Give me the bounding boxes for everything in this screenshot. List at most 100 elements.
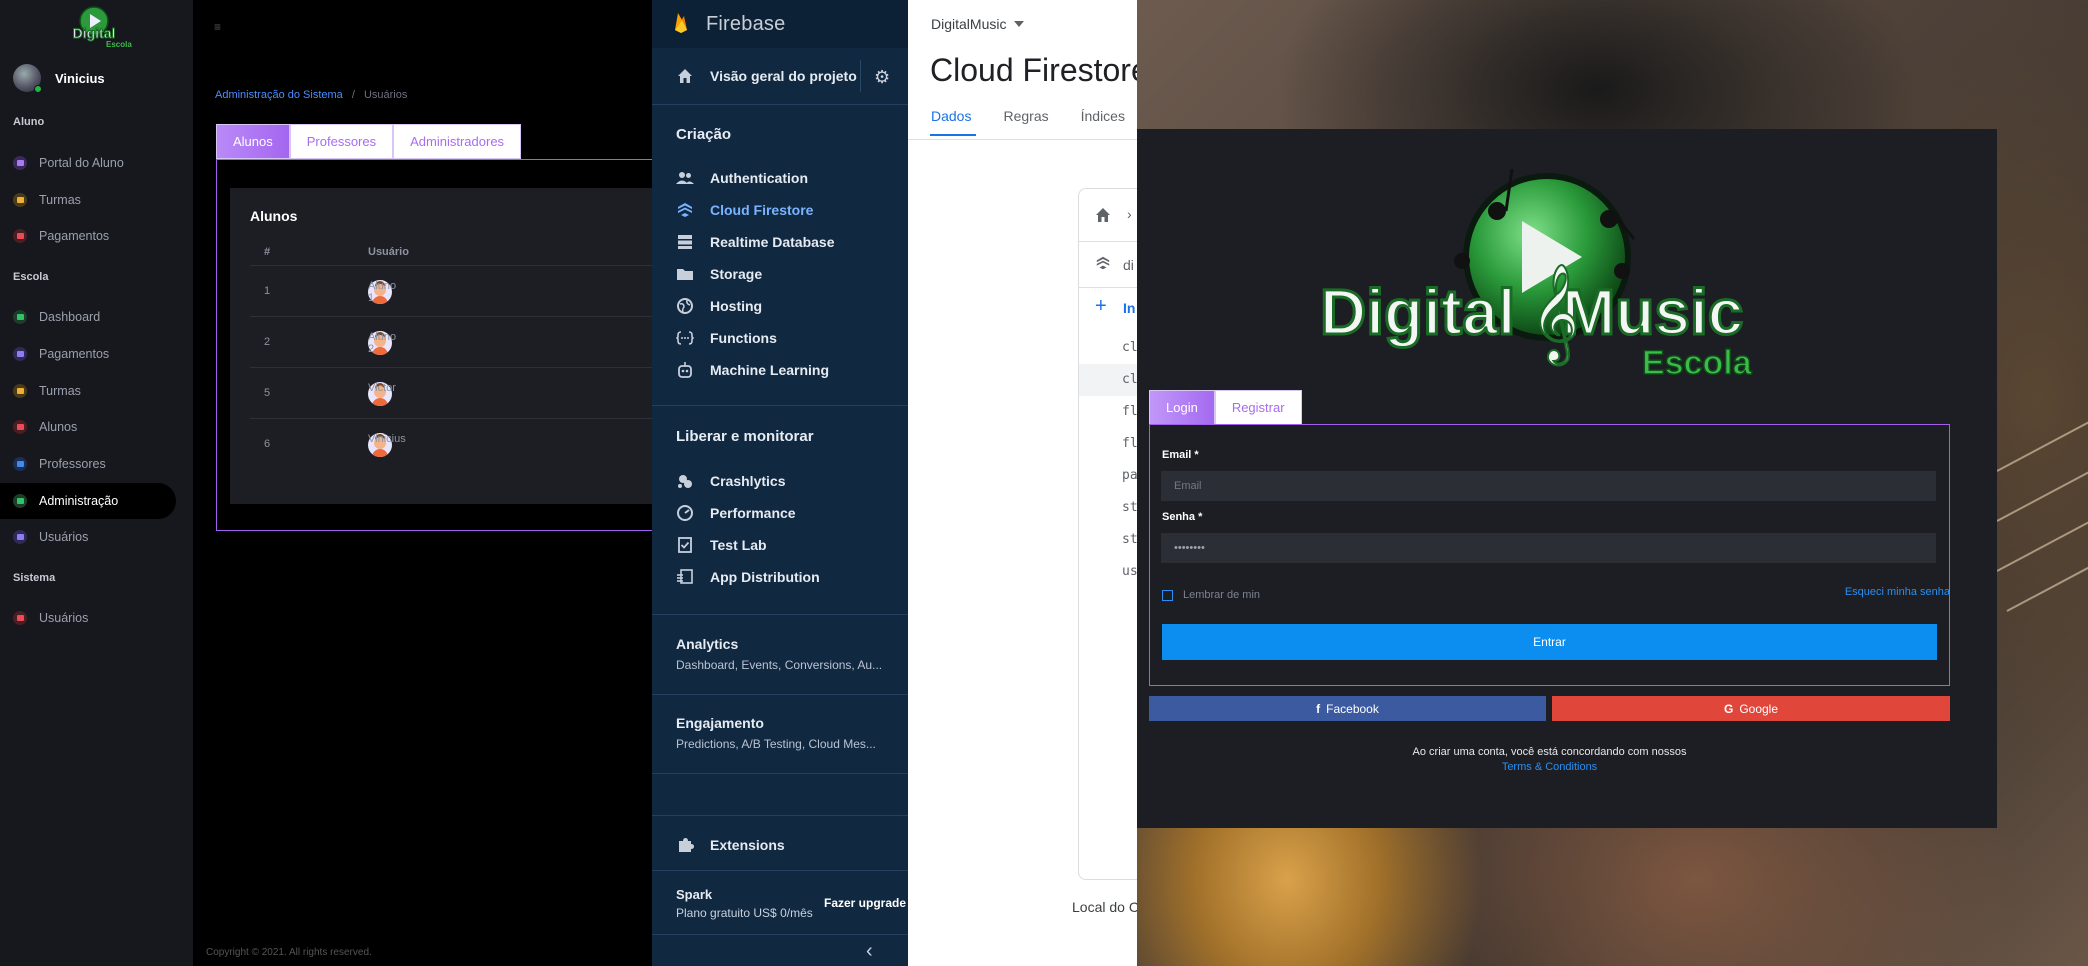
facebook-login-button[interactable]: f Facebook	[1149, 696, 1546, 721]
row-num: 6	[264, 438, 271, 450]
password-field[interactable]	[1161, 533, 1936, 563]
project-selector[interactable]: DigitalMusic	[931, 16, 1025, 32]
plan-desc: Plano gratuito US$ 0/mês	[676, 906, 813, 920]
nav-extensions[interactable]: Extensions	[676, 836, 785, 854]
nav-overview[interactable]: Visão geral do projeto	[676, 67, 857, 85]
collection-name[interactable]: di	[1123, 257, 1134, 273]
sidebar-item-label: Usuários	[39, 530, 89, 544]
teachers-icon	[13, 457, 27, 471]
nav-realtime-database[interactable]: Realtime Database	[676, 233, 835, 251]
sidebar-item-professores[interactable]: Professores	[13, 452, 106, 476]
digital-music-logo[interactable]: Digital Escola	[44, 4, 144, 54]
document-item[interactable]: st	[1122, 500, 1138, 515]
tab-administradores[interactable]: Administradores	[393, 124, 522, 159]
document-item[interactable]: us	[1122, 564, 1138, 579]
document-item[interactable]: cl	[1122, 340, 1138, 355]
guitar-string	[2006, 516, 2088, 612]
table-row[interactable]: 2 Aluno 2	[250, 317, 670, 368]
sidebar-item-pagamentos[interactable]: Pagamentos	[13, 224, 109, 248]
sidebar-item-usuarios[interactable]: Usuários	[13, 525, 88, 549]
divider	[652, 694, 908, 695]
tab-dados[interactable]: Dados	[931, 108, 971, 124]
divider	[652, 870, 908, 871]
nav-functions[interactable]: Functions	[676, 329, 777, 347]
nav-analytics[interactable]: Analytics	[676, 636, 738, 652]
row-user: Aluno 2	[368, 331, 397, 355]
firebase-flame-icon[interactable]	[674, 12, 688, 34]
add-icon[interactable]: +	[1095, 295, 1107, 318]
nav-label: Hosting	[710, 298, 763, 314]
gear-icon[interactable]: ⚙	[874, 67, 890, 88]
sidebar-item-dashboard[interactable]: Dashboard	[13, 305, 100, 329]
table-row[interactable]: 6 Vinicius	[250, 419, 670, 470]
guitar-string	[1996, 476, 2088, 572]
sidebar-item-label: Pagamentos	[39, 229, 110, 243]
nav-storage[interactable]: Storage	[676, 265, 762, 283]
nav-performance[interactable]: Performance	[676, 504, 796, 522]
nav-crashlytics[interactable]: Crashlytics	[676, 472, 785, 490]
sidebar-item-administracao[interactable]: Administração	[0, 483, 176, 519]
globe-icon	[677, 298, 693, 314]
forgot-password-link[interactable]: Esqueci minha senha	[1845, 586, 1950, 598]
nav-authentication[interactable]: Authentication	[676, 169, 808, 187]
table-row[interactable]: 5 Victor	[250, 368, 670, 419]
nav-label: Functions	[710, 330, 777, 346]
divider	[652, 614, 908, 615]
robot-icon	[678, 362, 692, 378]
document-item[interactable]: pa	[1122, 468, 1138, 483]
home-icon[interactable]	[1094, 206, 1112, 224]
add-collection-button[interactable]: In	[1123, 300, 1135, 316]
terms-text: Ao criar uma conta, você está concordand…	[1412, 746, 1687, 758]
guitar-string	[1996, 376, 2088, 472]
logo-small-text-2: Escola	[106, 40, 132, 49]
sidebar-item-pagamentos-escola[interactable]: Pagamentos	[13, 342, 109, 366]
breadcrumb-parent-link[interactable]: Administração do Sistema	[215, 89, 343, 101]
checklist-icon	[678, 537, 692, 553]
collapse-chevron-icon[interactable]: ‹	[866, 940, 873, 963]
firebase-brand[interactable]: Firebase	[706, 13, 785, 36]
nav-engagement[interactable]: Engajamento	[676, 715, 764, 731]
user-profile[interactable]: Vinicius	[13, 64, 105, 93]
path-separator-icon: ›	[1127, 206, 1132, 222]
divider	[652, 815, 908, 816]
sidebar-item-portal-do-aluno[interactable]: Portal do Aluno	[13, 151, 124, 175]
nav-label: Storage	[710, 266, 763, 282]
students-card: Alunos # Usuário 1 Aluno 1 2 Aluno 2 5 V…	[230, 188, 670, 504]
menu-toggle-icon[interactable]: ≡	[214, 20, 221, 34]
nav-app-distribution[interactable]: App Distribution	[676, 568, 820, 586]
students-icon	[13, 420, 27, 434]
nav-cloud-firestore[interactable]: Cloud Firestore	[676, 201, 813, 219]
sidebar-item-turmas[interactable]: Turmas	[13, 188, 81, 212]
sidebar-item-turmas-escola[interactable]: Turmas	[13, 379, 81, 403]
nav-hosting[interactable]: Hosting	[676, 297, 762, 315]
firestore-tabs: Dados Regras Índices	[931, 108, 1125, 124]
tab-login[interactable]: Login	[1149, 390, 1215, 425]
payment-icon	[13, 229, 27, 243]
password-label: Senha *	[1162, 511, 1203, 523]
nav-machine-learning[interactable]: Machine Learning	[676, 361, 829, 379]
google-login-button[interactable]: G Google	[1552, 696, 1950, 721]
tab-registrar[interactable]: Registrar	[1214, 390, 1302, 425]
document-item[interactable]: fl	[1122, 436, 1138, 451]
document-item[interactable]: cl	[1122, 372, 1138, 387]
email-field[interactable]	[1161, 471, 1936, 501]
row-user: Aluno 1	[368, 280, 397, 304]
tab-alunos[interactable]: Alunos	[216, 124, 290, 159]
tab-professores[interactable]: Professores	[289, 124, 394, 159]
sidebar-item-usuarios-sistema[interactable]: Usuários	[13, 606, 88, 630]
terms-link[interactable]: Terms & Conditions	[1137, 761, 1962, 773]
database-icon	[678, 235, 692, 249]
document-item[interactable]: fl	[1122, 404, 1138, 419]
table-row[interactable]: 1 Aluno 1	[250, 266, 670, 317]
tab-regras[interactable]: Regras	[1003, 108, 1048, 124]
tab-indices[interactable]: Índices	[1081, 108, 1125, 124]
nav-test-lab[interactable]: Test Lab	[676, 536, 767, 554]
remember-checkbox[interactable]: Lembrar de min	[1162, 589, 1260, 601]
document-item[interactable]: st	[1122, 532, 1138, 547]
sidebar-item-alunos[interactable]: Alunos	[13, 415, 77, 439]
section-sistema: Sistema	[13, 572, 56, 584]
divider	[908, 139, 1138, 140]
login-button[interactable]: Entrar	[1162, 624, 1937, 660]
nav-label: Authentication	[710, 170, 808, 186]
upgrade-button[interactable]: Fazer upgrade	[824, 896, 906, 910]
